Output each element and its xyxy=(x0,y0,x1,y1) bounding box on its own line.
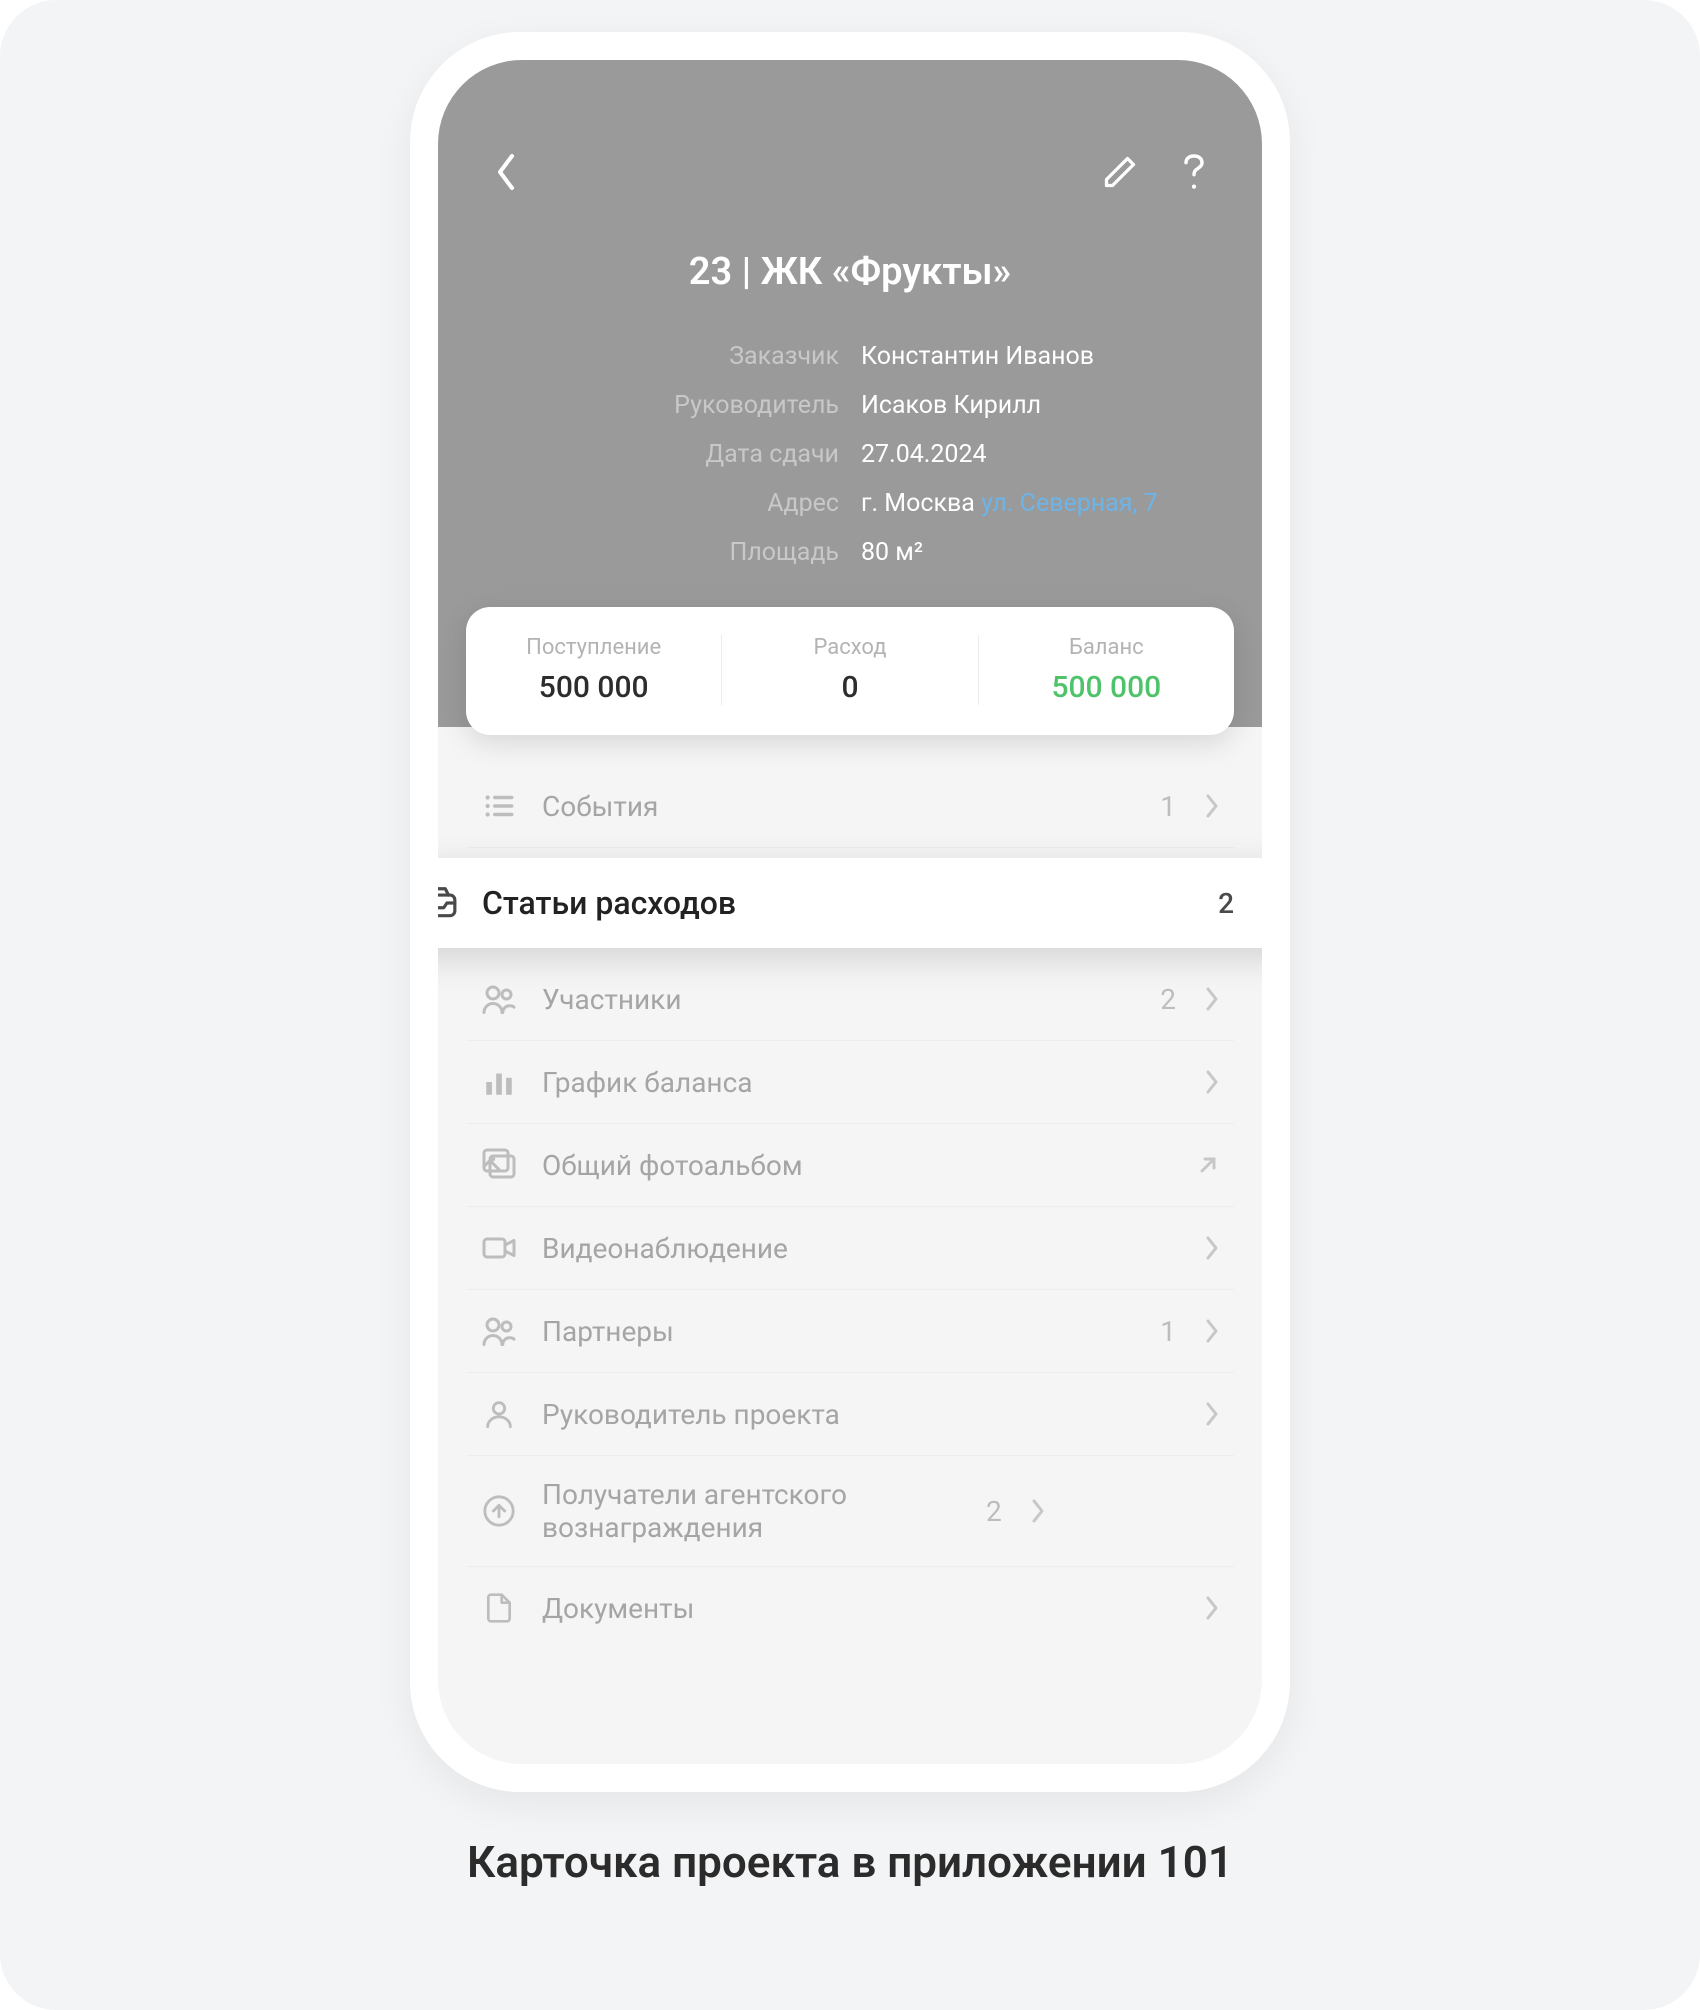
chevron-right-icon xyxy=(1204,986,1220,1012)
address-city: г. Москва xyxy=(861,489,975,518)
summary-income-value: 500 000 xyxy=(466,670,721,705)
menu-item-partners[interactable]: Партнеры 1 xyxy=(466,1290,1234,1373)
menu-item-video[interactable]: Видеонаблюдение xyxy=(466,1207,1234,1290)
menu-count: 1 xyxy=(1160,1315,1176,1348)
menu-item-manager[interactable]: Руководитель проекта xyxy=(466,1373,1234,1456)
menu-label: Статьи расходов xyxy=(482,884,1194,922)
summary-expense-label: Расход xyxy=(722,635,977,660)
figure-caption: Карточка проекта в приложении 101 xyxy=(467,1836,1233,1888)
balance-summary-card: Поступление 500 000 Расход 0 Баланс 500 … xyxy=(466,607,1234,735)
card-container: 23 | ЖК «Фрукты» Заказчик Константин Ива… xyxy=(0,0,1700,2010)
menu-count: 1 xyxy=(1160,790,1176,823)
menu-item-events[interactable]: События 1 xyxy=(466,765,1234,848)
summary-expense-value: 0 xyxy=(722,670,977,705)
field-label-manager: Руководитель xyxy=(484,391,839,420)
list-icon xyxy=(480,787,518,825)
header-toolbar xyxy=(484,150,1216,194)
document-icon xyxy=(480,1589,518,1627)
menu-label: Руководитель проекта xyxy=(542,1398,1180,1431)
menu-item-photos[interactable]: Общий фотоальбом xyxy=(466,1124,1234,1207)
chevron-right-icon xyxy=(1204,1069,1220,1095)
menu-item-agents[interactable]: Получатели агентского вознаграждения 2 xyxy=(466,1456,1234,1567)
field-label-area: Площадь xyxy=(484,538,839,567)
field-label-date: Дата сдачи xyxy=(484,440,839,469)
field-value-date: 27.04.2024 xyxy=(861,440,1216,469)
menu-label: Общий фотоальбом xyxy=(542,1149,1172,1182)
video-icon xyxy=(480,1229,518,1267)
images-icon xyxy=(480,1146,518,1184)
phone-frame: 23 | ЖК «Фрукты» Заказчик Константин Ива… xyxy=(410,32,1290,1792)
chevron-right-icon xyxy=(1204,1318,1220,1344)
arrow-up-right-icon xyxy=(1196,1153,1220,1177)
chevron-right-icon xyxy=(1204,1595,1220,1621)
edit-button[interactable] xyxy=(1098,150,1142,194)
users-icon xyxy=(480,980,518,1018)
summary-income-label: Поступление xyxy=(466,635,721,660)
project-info: Заказчик Константин Иванов Руководитель … xyxy=(484,342,1216,567)
chevron-left-icon xyxy=(494,152,518,192)
menu-item-balance-chart[interactable]: График баланса xyxy=(466,1041,1234,1124)
summary-balance[interactable]: Баланс 500 000 xyxy=(979,635,1234,705)
menu-label: События xyxy=(542,790,1136,823)
chevron-right-icon xyxy=(1204,793,1220,819)
field-value-address: г. Москва ул. Северная, 7 xyxy=(861,489,1216,518)
bar-chart-icon xyxy=(480,1063,518,1101)
chevron-right-icon xyxy=(1030,1498,1046,1524)
project-title: 23 | ЖК «Фрукты» xyxy=(484,250,1216,294)
menu-count: 2 xyxy=(1218,887,1234,920)
field-value-customer: Константин Иванов xyxy=(861,342,1216,371)
menu-label: Участники xyxy=(542,983,1136,1016)
menu-label: Документы xyxy=(542,1592,1180,1625)
menu-item-members[interactable]: Участники 2 xyxy=(466,958,1234,1041)
menu-count: 2 xyxy=(986,1495,1002,1528)
question-icon xyxy=(1179,152,1209,192)
menu-label: Видеонаблюдение xyxy=(542,1232,1180,1265)
project-menu: События 1 Статьи расходов 2 xyxy=(438,765,1262,1649)
summary-income[interactable]: Поступление 500 000 xyxy=(466,635,722,705)
pencil-icon xyxy=(1102,154,1138,190)
menu-label: Получатели агентского вознаграждения xyxy=(542,1478,962,1544)
summary-expense[interactable]: Расход 0 xyxy=(722,635,978,705)
address-street-link[interactable]: ул. Северная, 7 xyxy=(981,489,1158,518)
chevron-right-icon xyxy=(1204,1235,1220,1261)
users-icon xyxy=(480,1312,518,1350)
menu-item-expenses[interactable]: Статьи расходов 2 xyxy=(438,858,1262,948)
chevron-right-icon xyxy=(1204,1401,1220,1427)
summary-balance-label: Баланс xyxy=(979,635,1234,660)
menu-label: Партнеры xyxy=(542,1315,1136,1348)
menu-label: График баланса xyxy=(542,1066,1180,1099)
user-icon xyxy=(480,1395,518,1433)
field-label-customer: Заказчик xyxy=(484,342,839,371)
arrow-up-circle-icon xyxy=(480,1492,518,1530)
menu-count: 2 xyxy=(1160,983,1176,1016)
field-value-area: 80 м² xyxy=(861,538,1216,567)
field-label-address: Адрес xyxy=(484,489,839,518)
summary-balance-value: 500 000 xyxy=(979,670,1234,705)
menu-item-documents[interactable]: Документы xyxy=(466,1567,1234,1649)
back-button[interactable] xyxy=(484,150,528,194)
inbox-icon xyxy=(438,884,458,922)
field-value-manager: Исаков Кирилл xyxy=(861,391,1216,420)
phone-screen: 23 | ЖК «Фрукты» Заказчик Константин Ива… xyxy=(438,60,1262,1764)
help-button[interactable] xyxy=(1172,150,1216,194)
